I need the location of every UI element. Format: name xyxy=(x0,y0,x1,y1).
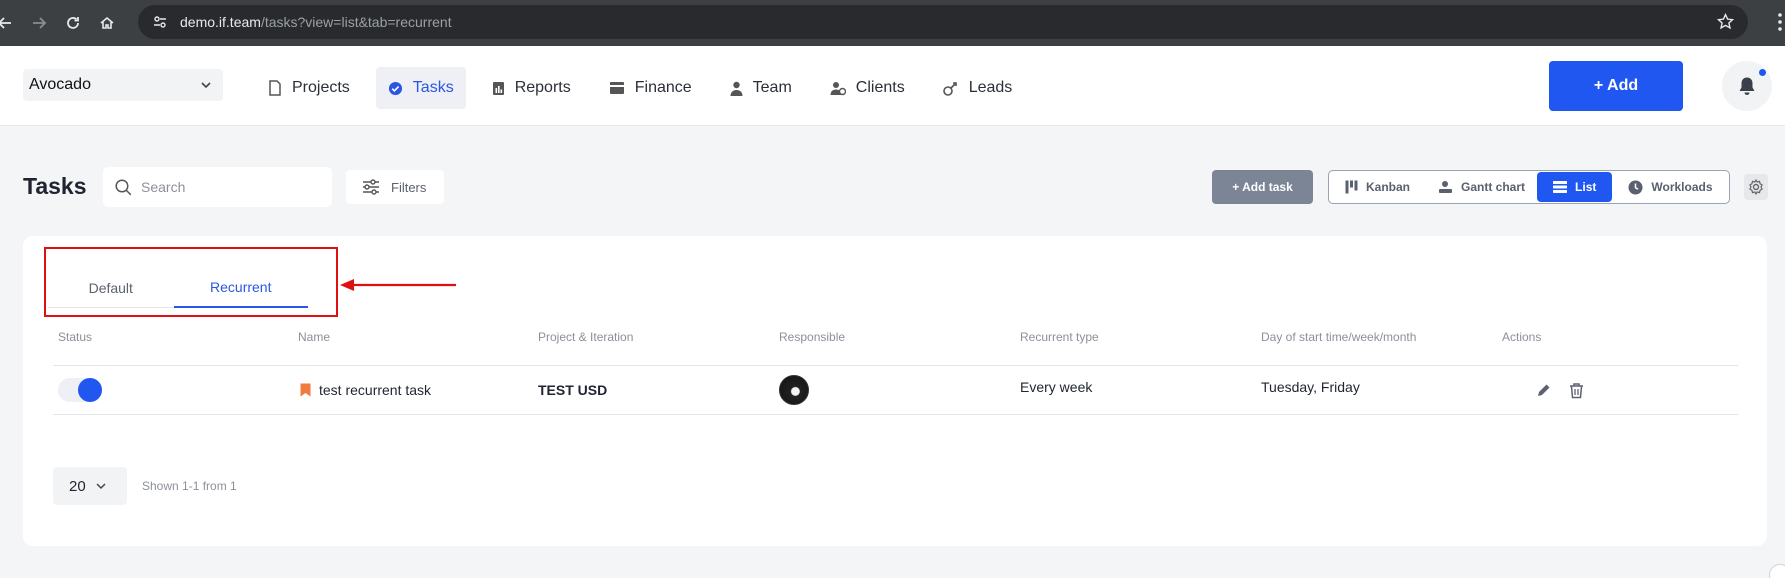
search-icon xyxy=(115,178,132,195)
gear-icon xyxy=(1749,179,1763,195)
leads-icon xyxy=(942,81,957,96)
kanban-icon xyxy=(1345,180,1358,194)
header-actions: Actions xyxy=(1502,330,1542,344)
header-responsible: Responsible xyxy=(779,330,846,344)
nav-team-label: Team xyxy=(752,79,792,96)
back-icon[interactable] xyxy=(0,6,22,40)
filter-sliders-icon xyxy=(363,179,379,195)
project-cell: TEST USD xyxy=(538,382,608,398)
nav-projects-label: Projects xyxy=(292,79,350,96)
gantt-icon xyxy=(1439,181,1453,193)
notification-badge xyxy=(1759,69,1766,76)
report-icon xyxy=(492,81,504,95)
responsible-cell xyxy=(779,366,809,414)
pagination-summary: Shown 1-1 from 1 xyxy=(142,479,237,493)
row-divider xyxy=(53,414,1738,415)
page-size-select[interactable]: 20 xyxy=(53,467,127,505)
view-list-label: List xyxy=(1575,180,1597,194)
annotation-arrow-icon xyxy=(340,279,456,291)
annotation-highlight-box xyxy=(44,247,338,317)
nav-reports-label: Reports xyxy=(514,79,571,96)
page-size-value: 20 xyxy=(69,477,86,495)
wallet-icon xyxy=(609,82,624,94)
browser-menu-icon[interactable] xyxy=(1777,12,1783,32)
address-bar[interactable]: demo.if.team/tasks?view=list&tab=recurre… xyxy=(138,5,1748,39)
header-recurrent-type: Recurrent type xyxy=(1020,330,1099,344)
view-gantt-label: Gantt chart xyxy=(1461,180,1526,194)
nav-finance[interactable]: Finance xyxy=(597,67,704,109)
recurrent-type-cell: Every week xyxy=(1020,379,1093,395)
name-cell[interactable]: test recurrent task xyxy=(300,366,431,414)
bookmark-icon xyxy=(300,383,311,397)
home-icon[interactable] xyxy=(90,6,124,40)
header-name: Name xyxy=(298,330,331,344)
view-workloads-label: Workloads xyxy=(1651,180,1713,194)
chevron-down-icon xyxy=(96,483,106,490)
add-button[interactable]: + Add xyxy=(1549,61,1683,111)
view-switcher: Kanban Gantt chart List Workloads xyxy=(1328,170,1730,204)
view-gantt[interactable]: Gantt chart xyxy=(1422,172,1537,202)
actions-cell xyxy=(1537,366,1584,414)
browser-toolbar: demo.if.team/tasks?view=list&tab=recurre… xyxy=(0,0,1785,46)
bell-icon xyxy=(1739,77,1755,95)
nav-clients[interactable]: Clients xyxy=(818,67,917,109)
bookmark-star-icon[interactable] xyxy=(1717,13,1734,30)
edit-pencil-icon[interactable] xyxy=(1537,383,1551,397)
table-row: test recurrent task TEST USD Every week … xyxy=(53,366,1738,414)
nav-projects[interactable]: Projects xyxy=(256,67,362,109)
project-select-value: Avocado xyxy=(29,76,91,93)
list-icon xyxy=(1553,181,1568,193)
site-settings-icon[interactable] xyxy=(152,14,168,30)
scroll-corner-button[interactable] xyxy=(1769,564,1785,578)
main-navigation: Projects Tasks Reports Finance Team Clie… xyxy=(256,67,1038,109)
chevron-down-icon xyxy=(201,82,211,89)
view-kanban-label: Kanban xyxy=(1366,180,1411,194)
status-toggle[interactable] xyxy=(58,378,102,402)
nav-reports[interactable]: Reports xyxy=(480,67,583,109)
search-box[interactable] xyxy=(103,167,332,207)
app-header: Avocado Projects Tasks Reports Finance T… xyxy=(0,46,1785,126)
clock-icon xyxy=(1628,180,1643,194)
table-header: Status Name Project & Iteration Responsi… xyxy=(53,330,1753,346)
project-select[interactable]: Avocado xyxy=(23,69,223,101)
header-day: Day of start time/week/month xyxy=(1261,330,1417,344)
search-input[interactable] xyxy=(141,179,321,195)
reload-icon[interactable] xyxy=(56,6,90,40)
nav-tasks-label: Tasks xyxy=(412,79,454,96)
trash-icon[interactable] xyxy=(1569,382,1584,399)
nav-leads-label: Leads xyxy=(968,79,1013,96)
clients-icon xyxy=(830,81,846,95)
document-icon xyxy=(269,80,281,96)
view-workloads[interactable]: Workloads xyxy=(1612,172,1724,202)
day-cell: Tuesday, Friday xyxy=(1261,379,1360,395)
person-icon xyxy=(730,81,743,96)
filters-label: Filters xyxy=(391,179,427,195)
view-list[interactable]: List xyxy=(1537,172,1613,202)
avatar[interactable] xyxy=(779,375,809,405)
task-name[interactable]: test recurrent task xyxy=(319,382,431,398)
nav-clients-label: Clients xyxy=(855,79,905,96)
header-status: Status xyxy=(58,330,93,344)
nav-leads[interactable]: Leads xyxy=(931,67,1025,109)
nav-tasks[interactable]: Tasks xyxy=(375,67,466,109)
notifications-button[interactable] xyxy=(1722,61,1772,111)
page-title: Tasks xyxy=(23,173,87,199)
header-project: Project & Iteration xyxy=(538,330,634,344)
view-kanban[interactable]: Kanban xyxy=(1329,172,1422,202)
check-circle-icon xyxy=(388,81,402,95)
toggle-knob xyxy=(78,378,102,402)
nav-finance-label: Finance xyxy=(634,79,692,96)
filters-button[interactable]: Filters xyxy=(346,170,444,204)
add-task-button[interactable]: + Add task xyxy=(1212,170,1313,204)
url-text: demo.if.team/tasks?view=list&tab=recurre… xyxy=(180,14,452,30)
forward-icon[interactable] xyxy=(22,6,56,40)
settings-button[interactable] xyxy=(1744,174,1768,200)
status-cell xyxy=(58,366,102,414)
nav-team[interactable]: Team xyxy=(718,67,804,109)
url-path: /tasks?view=list&tab=recurrent xyxy=(260,14,452,30)
url-host: demo.if.team xyxy=(180,14,261,30)
